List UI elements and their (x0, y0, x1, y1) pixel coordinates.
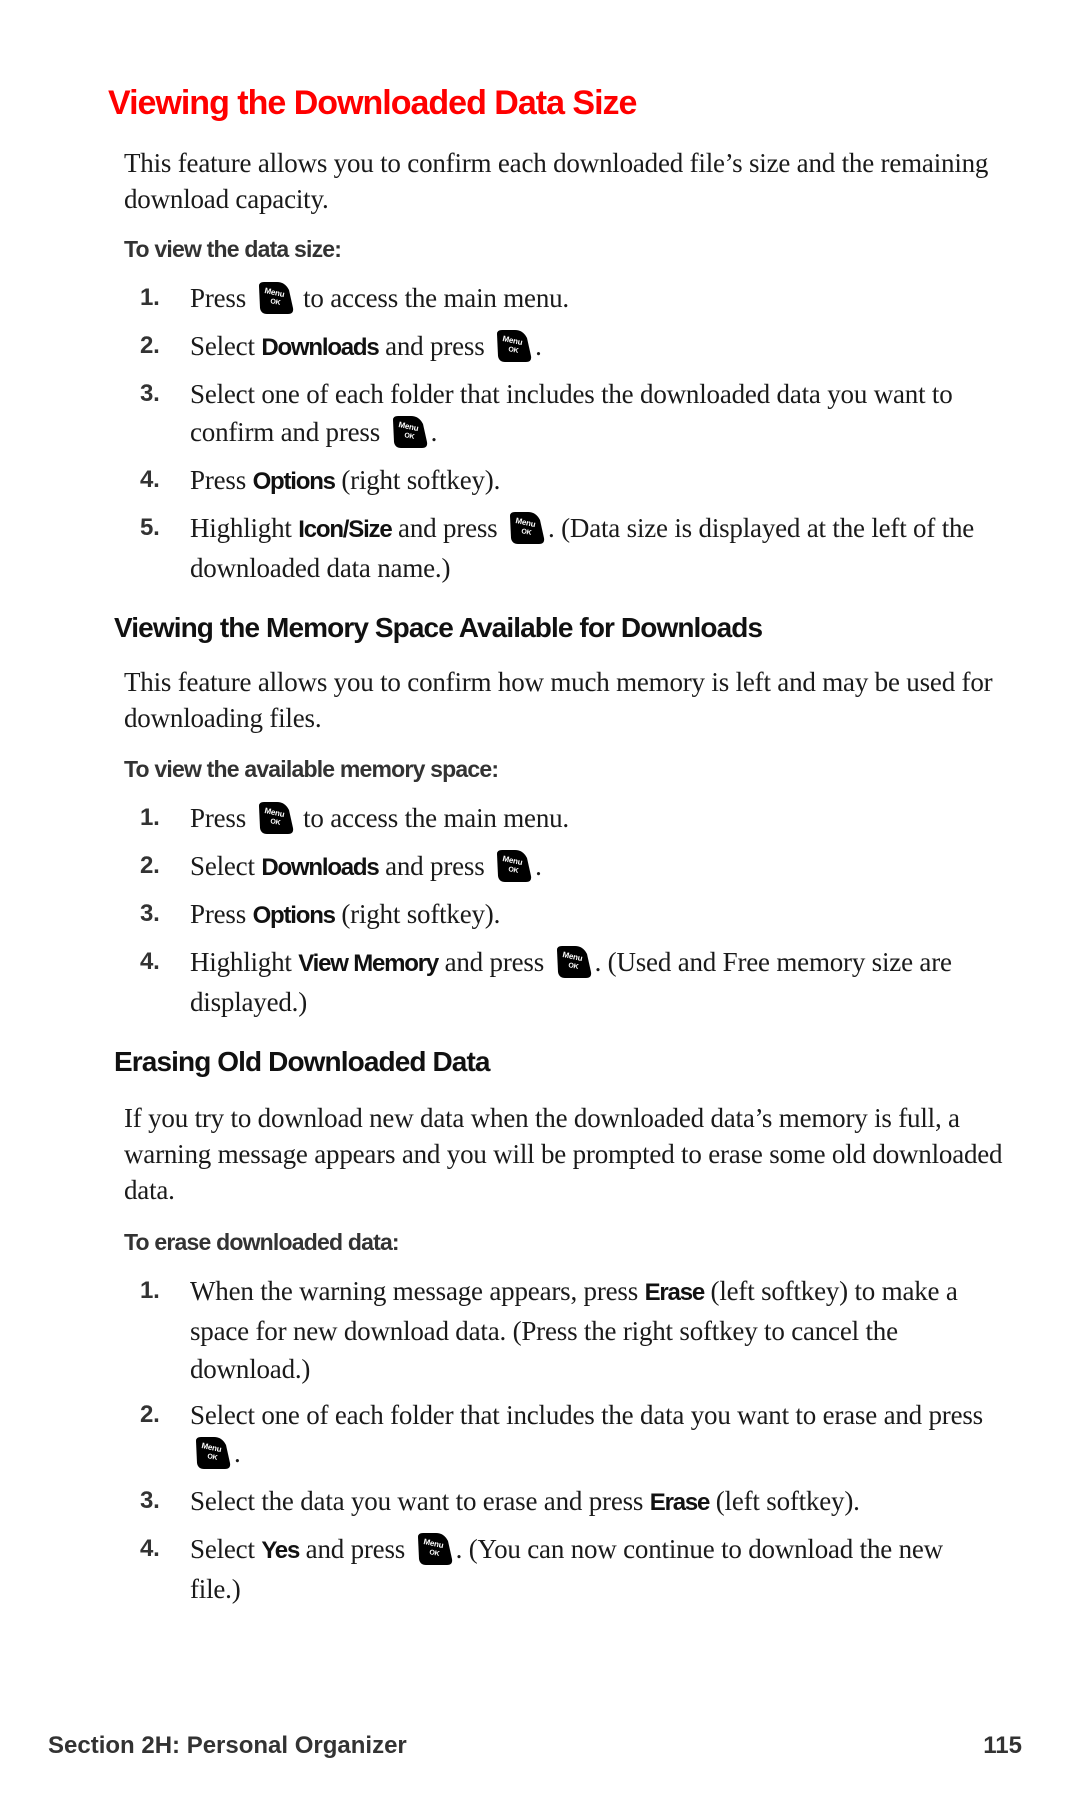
step-number: 4. (140, 948, 160, 975)
section-title-erasing-data: Erasing Old Downloaded Data (114, 1046, 490, 1077)
step-text-segment: Highlight (190, 513, 299, 543)
step-text-segment: and press (378, 331, 492, 361)
step-number: 2. (140, 852, 160, 879)
step-text: Select one of each folder that includes … (190, 1396, 1000, 1472)
step-text-segment: to access the main menu. (296, 283, 569, 313)
step-text-segment: and press (391, 513, 505, 543)
step-number: 2. (140, 332, 160, 359)
section-intro: If you try to download new data when the… (124, 1103, 1003, 1205)
step-number: 1. (140, 284, 160, 311)
step-text-segment: (right softkey). (334, 899, 501, 929)
page-number: 115 (983, 1732, 1022, 1759)
footer-section-label: Section 2H: Personal Organizer (48, 1732, 407, 1759)
step-text: Press Menu OK to access the main menu. (190, 799, 1000, 837)
menu-item-name: Icon/Size (298, 516, 392, 543)
step-text-segment: When the warning message appears, press (190, 1276, 645, 1306)
procedure-label: To view the data size: (124, 236, 342, 262)
step-text-segment: Highlight (190, 947, 299, 977)
section-intro: This feature allows you to confirm how m… (124, 667, 993, 733)
softkey-name: Erase (649, 1489, 711, 1516)
procedure-label: To erase downloaded data: (124, 1229, 400, 1255)
menu-ok-key-icon: Menu OK (255, 800, 295, 836)
section-intro: This feature allows you to confirm each … (124, 148, 989, 214)
step-text: Press Options (right softkey). (190, 895, 1000, 935)
menu-ok-key-icon: Menu OK (192, 1435, 232, 1471)
step-text-segment: Select (190, 851, 262, 881)
step-text-segment: . (430, 417, 438, 447)
step-text-segment: Select one of each folder that includes … (190, 1400, 983, 1430)
step-number: 5. (140, 514, 160, 541)
step-text-segment: . (535, 851, 542, 881)
menu-ok-key-icon: Menu OK (493, 328, 533, 364)
step-text-segment: Press (190, 283, 253, 313)
step-text-segment: to access the main menu. (296, 803, 569, 833)
step-text-segment: Select the data you want to erase and pr… (190, 1486, 650, 1516)
softkey-name: Erase (644, 1279, 706, 1306)
step-text-segment: . (535, 331, 542, 361)
menu-item-name: Yes (261, 1537, 300, 1564)
step-text-segment: (right softkey). (334, 465, 501, 495)
step-text: Highlight Icon/Size and press Menu OK. (D… (190, 509, 1000, 587)
step-text: Press Options (right softkey). (190, 461, 1000, 501)
step-text: Select one of each folder that includes … (190, 375, 1000, 451)
step-text: Select Downloads and press Menu OK. (190, 847, 1000, 887)
menu-ok-key-icon: Menu OK (553, 944, 593, 980)
menu-ok-key-icon: Menu OK (506, 510, 546, 546)
step-text-segment: Press (190, 465, 253, 495)
menu-item-name: Downloads (261, 854, 379, 881)
softkey-name: Options (252, 902, 336, 929)
step-text-segment: and press (378, 851, 492, 881)
step-number: 4. (140, 1535, 160, 1562)
step-text-segment: Press (190, 803, 253, 833)
step-text: Highlight View Memory and press Menu OK. … (190, 943, 1000, 1021)
step-text-segment: and press (299, 1534, 412, 1564)
step-text: Select Downloads and press Menu OK. (190, 327, 1000, 367)
step-text-segment: (left softkey). (709, 1486, 860, 1516)
step-text-segment: Select (190, 331, 262, 361)
step-number: 1. (140, 804, 160, 831)
menu-item-name: Downloads (261, 334, 379, 361)
menu-item-name: View Memory (298, 950, 439, 977)
step-number: 3. (140, 1487, 160, 1514)
menu-ok-key-icon: Menu OK (493, 848, 533, 884)
softkey-name: Options (252, 468, 336, 495)
step-text-segment: Select one of each folder that includes … (190, 379, 953, 447)
step-text-segment: . (234, 1438, 241, 1468)
menu-ok-key-icon: Menu OK (255, 280, 295, 316)
step-text-segment: Press (190, 899, 253, 929)
step-text: When the warning message appears, press … (190, 1272, 1000, 1388)
section-title-memory-space: Viewing the Memory Space Available for D… (114, 612, 763, 643)
step-number: 2. (140, 1401, 160, 1428)
step-number: 1. (140, 1277, 160, 1304)
manual-page: Viewing the Downloaded Data Size This fe… (0, 0, 1080, 1800)
procedure-label: To view the available memory space: (124, 756, 499, 782)
menu-ok-key-icon: Menu OK (389, 414, 429, 450)
step-text: Press Menu OK to access the main menu. (190, 279, 1000, 317)
step-number: 4. (140, 466, 160, 493)
step-text-segment: Select (190, 1534, 262, 1564)
step-number: 3. (140, 900, 160, 927)
menu-ok-key-icon: Menu OK (414, 1531, 454, 1567)
step-text-segment: and press (438, 947, 551, 977)
section-title-downloaded-data-size: Viewing the Downloaded Data Size (108, 84, 637, 122)
step-text: Select Yes and press Menu OK. (You can no… (190, 1530, 1000, 1608)
step-text: Select the data you want to erase and pr… (190, 1482, 1000, 1522)
step-number: 3. (140, 380, 160, 407)
